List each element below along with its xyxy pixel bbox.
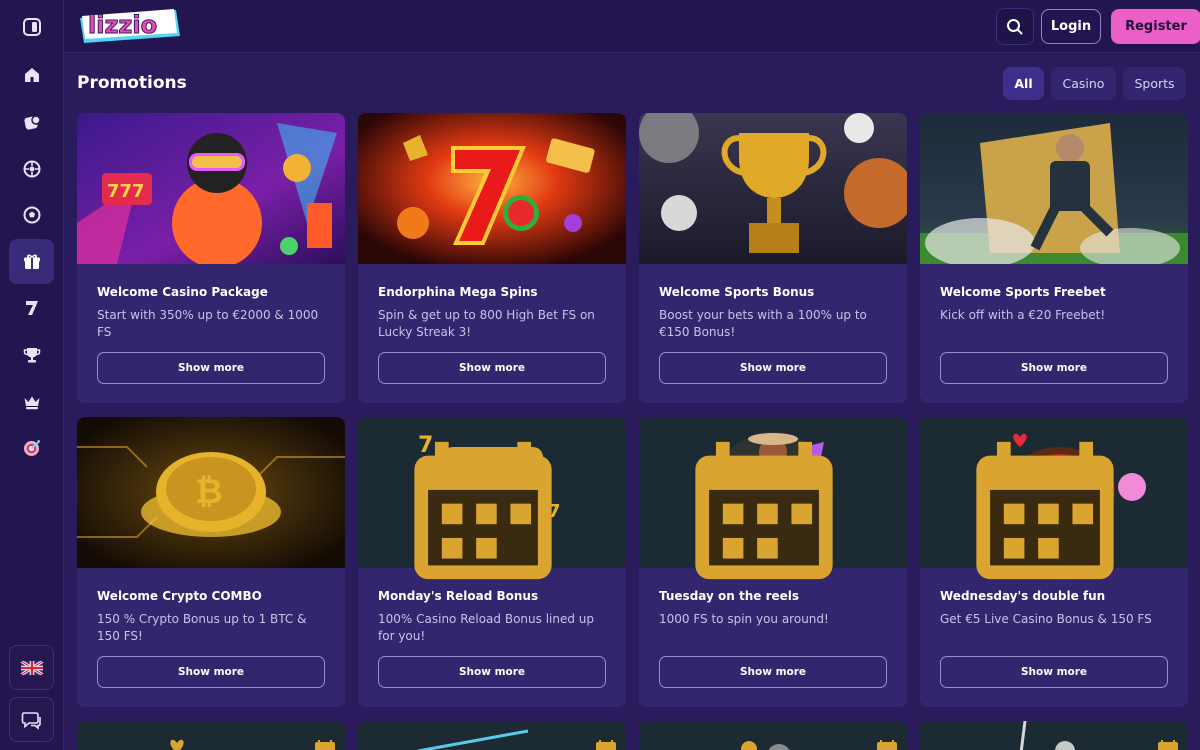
show-more-button[interactable]: Show more	[940, 656, 1168, 688]
promo-title: Welcome Crypto COMBO	[97, 589, 262, 603]
show-more-button[interactable]: Show more	[378, 656, 606, 688]
search-icon	[1007, 18, 1023, 35]
promo-image-sports-freebet[interactable]	[920, 113, 1188, 264]
svg-text:₿: ₿	[195, 472, 223, 512]
promo-card: 7 Tuesday on the reels 1000 FS to spin y…	[639, 417, 907, 707]
promo-card: 777 Welcome Casino Package Start with 35…	[77, 113, 345, 403]
promo-card-partial[interactable]	[77, 721, 345, 750]
promo-description: Get €5 Live Casino Bonus & 150 FS	[940, 612, 1152, 626]
show-more-button[interactable]: Show more	[378, 352, 606, 384]
promo-image-endorphina[interactable]	[358, 113, 626, 264]
promo-title: Monday's Reload Bonus	[378, 589, 539, 603]
page-title: Promotions	[77, 73, 187, 93]
promo-image-partial	[358, 721, 626, 750]
promo-description: Kick off with a €20 Freebet!	[940, 308, 1106, 322]
logo-text: lizzio	[88, 11, 157, 39]
chat-icon[interactable]	[9, 697, 54, 742]
register-button[interactable]: Register	[1111, 9, 1200, 44]
promo-image-partial	[639, 721, 907, 750]
promo-image-wednesday-fun[interactable]	[920, 417, 1188, 580]
promo-description: Start with 350% up to €2000 & 1000 FS	[97, 308, 319, 339]
promo-title: Welcome Sports Freebet	[940, 285, 1106, 299]
calendar-icon	[976, 441, 1114, 580]
promo-title: Welcome Sports Bonus	[659, 285, 815, 299]
promo-image-tuesday-reels[interactable]: 7	[639, 417, 907, 580]
filter-tab-casino[interactable]: Casino	[1051, 67, 1116, 100]
promo-card: Welcome Sports Bonus Boost your bets wit…	[639, 113, 907, 403]
promo-image-monday-reload[interactable]: 777 7 7	[358, 417, 626, 580]
promo-card-partial[interactable]	[920, 721, 1188, 750]
promo-card-partial[interactable]	[639, 721, 907, 750]
promo-card: 777 7 7 Monday's Reload Bonus 100% Casin…	[358, 417, 626, 707]
promo-card: Wednesday's double fun Get €5 Live Casin…	[920, 417, 1188, 707]
roulette-icon[interactable]	[9, 146, 54, 191]
seven-icon[interactable]	[9, 285, 54, 330]
show-more-button[interactable]: Show more	[659, 656, 887, 688]
promo-image-sports-bonus[interactable]	[639, 113, 907, 264]
promo-description: Spin & get up to 800 High Bet FS on Luck…	[378, 308, 595, 339]
crown-icon[interactable]	[9, 379, 54, 424]
filter-tab-sports[interactable]: Sports	[1123, 67, 1186, 100]
promo-card-partial[interactable]	[358, 721, 626, 750]
show-more-button[interactable]: Show more	[940, 352, 1168, 384]
promo-image-crypto-combo[interactable]: ₿	[77, 417, 345, 568]
trophy-icon[interactable]	[9, 332, 54, 377]
gift-icon[interactable]	[9, 239, 54, 284]
calendar-icon	[695, 441, 833, 580]
site-logo[interactable]: lizzio	[76, 6, 184, 46]
sidebar	[0, 0, 64, 750]
search-button[interactable]	[996, 8, 1034, 45]
promo-title: Wednesday's double fun	[940, 589, 1106, 603]
promo-title: Welcome Casino Package	[97, 285, 268, 299]
uk-flag-icon[interactable]	[9, 645, 54, 690]
show-more-button[interactable]: Show more	[97, 656, 325, 688]
promo-description: Boost your bets with a 100% up to €150 B…	[659, 308, 867, 339]
football-icon[interactable]	[9, 192, 54, 237]
calendar-icon	[414, 441, 552, 580]
promo-description: 1000 FS to spin you around!	[659, 612, 829, 626]
promo-card: Welcome Sports Freebet Kick off with a €…	[920, 113, 1188, 403]
promo-description: 150 % Crypto Bonus up to 1 BTC & 150 FS!	[97, 612, 307, 643]
promo-image-casino-package[interactable]: 777	[77, 113, 345, 264]
show-more-button[interactable]: Show more	[97, 352, 325, 384]
svg-text:777: 777	[107, 181, 145, 202]
casino-chip-icon[interactable]	[9, 99, 54, 144]
home-icon[interactable]	[9, 52, 54, 97]
promo-image-partial	[77, 721, 345, 750]
filter-tab-all[interactable]: All	[1003, 67, 1044, 100]
target-icon[interactable]	[9, 425, 54, 470]
show-more-button[interactable]: Show more	[659, 352, 887, 384]
calendar-icon	[877, 740, 897, 750]
toggle-sidebar-icon[interactable]	[9, 4, 54, 49]
calendar-icon	[596, 740, 616, 750]
promo-image-partial	[920, 721, 1188, 750]
promo-description: 100% Casino Reload Bonus lined up for yo…	[378, 612, 595, 643]
promo-title: Tuesday on the reels	[659, 589, 800, 603]
promo-card: Endorphina Mega Spins Spin & get up to 8…	[358, 113, 626, 403]
calendar-icon	[1158, 740, 1178, 750]
promo-card: ₿ Welcome Crypto COMBO 150 % Crypto Bonu…	[77, 417, 345, 707]
login-button[interactable]: Login	[1041, 9, 1101, 44]
calendar-icon	[315, 740, 335, 750]
top-header: lizzio Login Register	[64, 0, 1200, 53]
promo-title: Endorphina Mega Spins	[378, 285, 538, 299]
